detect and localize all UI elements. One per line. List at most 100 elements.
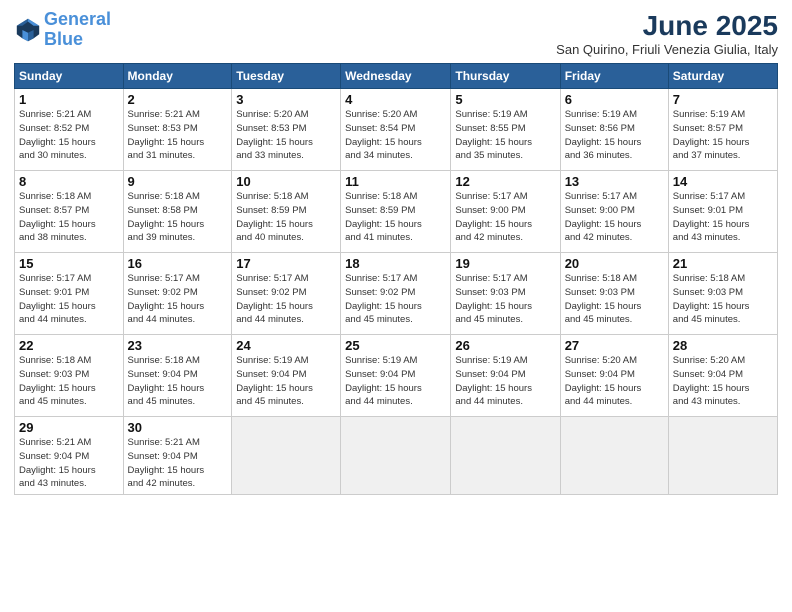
calendar-cell: 20Sunrise: 5:18 AM Sunset: 9:03 PM Dayli… [560,253,668,335]
calendar-cell: 26Sunrise: 5:19 AM Sunset: 9:04 PM Dayli… [451,335,560,417]
day-number: 3 [236,92,336,107]
day-info: Sunrise: 5:18 AM Sunset: 8:58 PM Dayligh… [128,190,228,245]
calendar-cell: 10Sunrise: 5:18 AM Sunset: 8:59 PM Dayli… [232,171,341,253]
calendar-cell: 9Sunrise: 5:18 AM Sunset: 8:58 PM Daylig… [123,171,232,253]
day-info: Sunrise: 5:18 AM Sunset: 8:59 PM Dayligh… [236,190,336,245]
day-number: 7 [673,92,773,107]
calendar-cell [451,417,560,495]
day-number: 8 [19,174,119,189]
day-info: Sunrise: 5:19 AM Sunset: 8:55 PM Dayligh… [455,108,555,163]
day-number: 2 [128,92,228,107]
day-number: 1 [19,92,119,107]
day-info: Sunrise: 5:19 AM Sunset: 9:04 PM Dayligh… [455,354,555,409]
calendar-cell: 12Sunrise: 5:17 AM Sunset: 9:00 PM Dayli… [451,171,560,253]
calendar-cell: 23Sunrise: 5:18 AM Sunset: 9:04 PM Dayli… [123,335,232,417]
day-info: Sunrise: 5:17 AM Sunset: 9:03 PM Dayligh… [455,272,555,327]
day-number: 28 [673,338,773,353]
day-info: Sunrise: 5:19 AM Sunset: 9:04 PM Dayligh… [345,354,446,409]
calendar-week-1: 1Sunrise: 5:21 AM Sunset: 8:52 PM Daylig… [15,89,778,171]
day-info: Sunrise: 5:20 AM Sunset: 8:54 PM Dayligh… [345,108,446,163]
header: General Blue June 2025 San Quirino, Friu… [14,10,778,57]
calendar-cell: 24Sunrise: 5:19 AM Sunset: 9:04 PM Dayli… [232,335,341,417]
day-info: Sunrise: 5:19 AM Sunset: 8:56 PM Dayligh… [565,108,664,163]
calendar-cell: 4Sunrise: 5:20 AM Sunset: 8:54 PM Daylig… [341,89,451,171]
day-number: 27 [565,338,664,353]
day-number: 6 [565,92,664,107]
calendar-cell [341,417,451,495]
calendar-cell: 19Sunrise: 5:17 AM Sunset: 9:03 PM Dayli… [451,253,560,335]
day-number: 22 [19,338,119,353]
day-number: 18 [345,256,446,271]
calendar-cell: 27Sunrise: 5:20 AM Sunset: 9:04 PM Dayli… [560,335,668,417]
calendar-cell: 18Sunrise: 5:17 AM Sunset: 9:02 PM Dayli… [341,253,451,335]
calendar-cell: 30Sunrise: 5:21 AM Sunset: 9:04 PM Dayli… [123,417,232,495]
day-number: 15 [19,256,119,271]
day-number: 23 [128,338,228,353]
title-block: June 2025 San Quirino, Friuli Venezia Gi… [556,10,778,57]
calendar-cell: 3Sunrise: 5:20 AM Sunset: 8:53 PM Daylig… [232,89,341,171]
day-info: Sunrise: 5:21 AM Sunset: 9:04 PM Dayligh… [128,436,228,491]
calendar-cell: 15Sunrise: 5:17 AM Sunset: 9:01 PM Dayli… [15,253,124,335]
calendar-header-sunday: Sunday [15,64,124,89]
calendar-cell: 21Sunrise: 5:18 AM Sunset: 9:03 PM Dayli… [668,253,777,335]
calendar-header-saturday: Saturday [668,64,777,89]
day-number: 9 [128,174,228,189]
day-info: Sunrise: 5:17 AM Sunset: 9:02 PM Dayligh… [128,272,228,327]
day-info: Sunrise: 5:20 AM Sunset: 9:04 PM Dayligh… [673,354,773,409]
day-info: Sunrise: 5:17 AM Sunset: 9:02 PM Dayligh… [345,272,446,327]
calendar-cell: 28Sunrise: 5:20 AM Sunset: 9:04 PM Dayli… [668,335,777,417]
day-info: Sunrise: 5:17 AM Sunset: 9:00 PM Dayligh… [455,190,555,245]
calendar-cell: 17Sunrise: 5:17 AM Sunset: 9:02 PM Dayli… [232,253,341,335]
calendar-cell: 22Sunrise: 5:18 AM Sunset: 9:03 PM Dayli… [15,335,124,417]
day-number: 29 [19,420,119,435]
day-info: Sunrise: 5:18 AM Sunset: 9:03 PM Dayligh… [19,354,119,409]
day-info: Sunrise: 5:21 AM Sunset: 8:52 PM Dayligh… [19,108,119,163]
day-number: 5 [455,92,555,107]
day-number: 24 [236,338,336,353]
day-number: 19 [455,256,555,271]
day-number: 12 [455,174,555,189]
calendar-cell: 16Sunrise: 5:17 AM Sunset: 9:02 PM Dayli… [123,253,232,335]
logo-text: General Blue [44,10,111,50]
day-number: 4 [345,92,446,107]
day-info: Sunrise: 5:18 AM Sunset: 8:57 PM Dayligh… [19,190,119,245]
day-info: Sunrise: 5:20 AM Sunset: 8:53 PM Dayligh… [236,108,336,163]
calendar-cell [232,417,341,495]
day-info: Sunrise: 5:18 AM Sunset: 8:59 PM Dayligh… [345,190,446,245]
day-number: 17 [236,256,336,271]
calendar-header-friday: Friday [560,64,668,89]
calendar-cell: 25Sunrise: 5:19 AM Sunset: 9:04 PM Dayli… [341,335,451,417]
calendar-cell [668,417,777,495]
calendar-header-tuesday: Tuesday [232,64,341,89]
day-info: Sunrise: 5:19 AM Sunset: 9:04 PM Dayligh… [236,354,336,409]
day-number: 20 [565,256,664,271]
calendar-header-monday: Monday [123,64,232,89]
calendar-week-2: 8Sunrise: 5:18 AM Sunset: 8:57 PM Daylig… [15,171,778,253]
calendar-cell: 8Sunrise: 5:18 AM Sunset: 8:57 PM Daylig… [15,171,124,253]
calendar-cell: 1Sunrise: 5:21 AM Sunset: 8:52 PM Daylig… [15,89,124,171]
day-info: Sunrise: 5:18 AM Sunset: 9:04 PM Dayligh… [128,354,228,409]
day-info: Sunrise: 5:17 AM Sunset: 9:01 PM Dayligh… [673,190,773,245]
month-title: June 2025 [556,10,778,42]
day-info: Sunrise: 5:17 AM Sunset: 9:02 PM Dayligh… [236,272,336,327]
calendar-cell: 6Sunrise: 5:19 AM Sunset: 8:56 PM Daylig… [560,89,668,171]
calendar-header-wednesday: Wednesday [341,64,451,89]
day-info: Sunrise: 5:18 AM Sunset: 9:03 PM Dayligh… [565,272,664,327]
day-number: 30 [128,420,228,435]
calendar-cell: 11Sunrise: 5:18 AM Sunset: 8:59 PM Dayli… [341,171,451,253]
calendar-header-row: SundayMondayTuesdayWednesdayThursdayFrid… [15,64,778,89]
day-number: 25 [345,338,446,353]
calendar-cell: 14Sunrise: 5:17 AM Sunset: 9:01 PM Dayli… [668,171,777,253]
calendar-cell: 7Sunrise: 5:19 AM Sunset: 8:57 PM Daylig… [668,89,777,171]
calendar-cell [560,417,668,495]
day-info: Sunrise: 5:21 AM Sunset: 8:53 PM Dayligh… [128,108,228,163]
day-number: 26 [455,338,555,353]
calendar-cell: 29Sunrise: 5:21 AM Sunset: 9:04 PM Dayli… [15,417,124,495]
calendar-cell: 13Sunrise: 5:17 AM Sunset: 9:00 PM Dayli… [560,171,668,253]
logo-icon [14,16,42,44]
day-info: Sunrise: 5:17 AM Sunset: 9:01 PM Dayligh… [19,272,119,327]
location-subtitle: San Quirino, Friuli Venezia Giulia, Ital… [556,42,778,57]
day-number: 10 [236,174,336,189]
page-container: General Blue June 2025 San Quirino, Friu… [0,0,792,505]
calendar-table: SundayMondayTuesdayWednesdayThursdayFrid… [14,63,778,495]
